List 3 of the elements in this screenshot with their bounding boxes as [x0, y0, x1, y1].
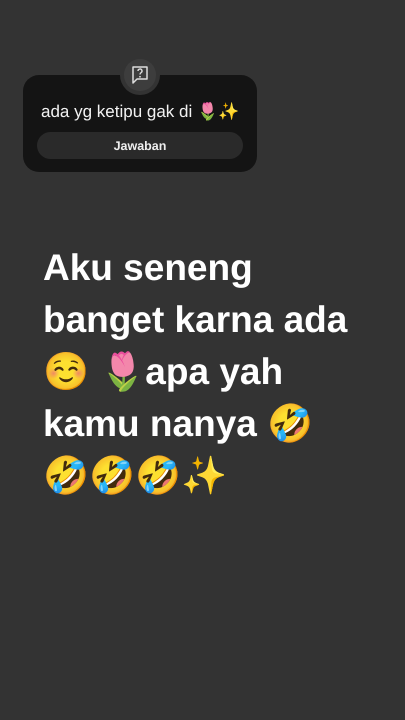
caption-text: Aku seneng banget karna ada ☺ 🌷apa yah kamu nanya 🤣 🤣🤣🤣✨ [43, 246, 348, 498]
answer-button[interactable]: Jawaban [37, 132, 243, 159]
question-text: ada yg ketipu gak di 🌷✨ [41, 101, 239, 122]
